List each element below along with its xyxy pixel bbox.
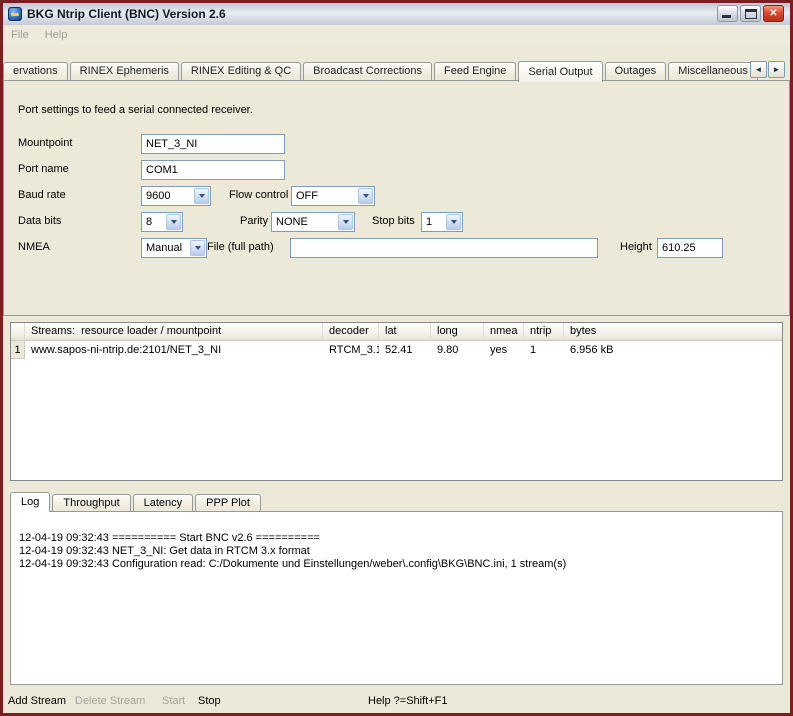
bottom-tab-bar: Log Throughput Latency PPP Plot: [10, 492, 263, 511]
flow-control-value: OFF: [296, 190, 318, 202]
help-shortcut-text: Help ?=Shift+F1: [368, 695, 448, 707]
baud-rate-value: 9600: [146, 190, 170, 202]
mountpoint-label: Mountpoint: [18, 137, 72, 149]
tab-rinex-editing-qc[interactable]: RINEX Editing & QC: [181, 62, 301, 80]
maximize-icon: [745, 9, 757, 19]
log-line: 12-04-19 09:32:43 Configuration read: C:…: [19, 558, 774, 571]
header-nmea: nmea: [484, 323, 524, 341]
tab-serial-output[interactable]: Serial Output: [518, 61, 602, 82]
height-input[interactable]: [657, 238, 723, 258]
height-label: Height: [620, 241, 652, 253]
flow-control-label: Flow control: [229, 189, 288, 201]
file-path-input[interactable]: [290, 238, 598, 258]
tab-throughput[interactable]: Throughput: [52, 494, 130, 511]
delete-stream-button[interactable]: Delete Stream: [75, 695, 145, 707]
cell-lat: 52.41: [379, 341, 431, 359]
tab-observations[interactable]: ervations: [3, 62, 68, 80]
row-number: 1: [11, 341, 25, 359]
menu-file[interactable]: File: [3, 29, 37, 41]
header-lat: lat: [379, 323, 431, 341]
chevron-down-icon: [446, 214, 461, 230]
baud-rate-label: Baud rate: [18, 189, 66, 201]
streams-table-header: Streams: resource loader / mountpoint de…: [11, 323, 782, 341]
pane-description: Port settings to feed a serial connected…: [18, 104, 253, 116]
tab-log[interactable]: Log: [10, 492, 50, 512]
tab-latency[interactable]: Latency: [133, 494, 194, 511]
flow-control-select[interactable]: OFF: [291, 186, 375, 206]
cell-bytes: 6.956 kB: [564, 341, 782, 359]
file-path-label: File (full path): [207, 241, 274, 253]
minimize-button[interactable]: [717, 5, 738, 22]
chevron-down-icon: [358, 188, 373, 204]
chevron-down-icon: [190, 240, 205, 256]
header-mountpoint: Streams: resource loader / mountpoint: [25, 323, 323, 341]
header-ntrip: ntrip: [524, 323, 564, 341]
nmea-label: NMEA: [18, 241, 50, 253]
cell-ntrip: 1: [524, 341, 564, 359]
nmea-value: Manual: [146, 242, 182, 254]
streams-table: Streams: resource loader / mountpoint de…: [10, 322, 783, 481]
header-decoder: decoder: [323, 323, 379, 341]
stop-button[interactable]: Stop: [198, 695, 221, 707]
port-name-input[interactable]: [141, 160, 285, 180]
nmea-select[interactable]: Manual: [141, 238, 207, 258]
cell-mountpoint: www.sapos-ni-ntrip.de:2101/NET_3_NI: [25, 341, 323, 359]
menu-bar: File Help: [3, 25, 790, 45]
tab-scroll-left-button[interactable]: ◄: [750, 61, 767, 78]
stop-bits-label: Stop bits: [372, 215, 415, 227]
chevron-down-icon: [166, 214, 181, 230]
mountpoint-input[interactable]: [141, 134, 285, 154]
header-long: long: [431, 323, 484, 341]
start-button[interactable]: Start: [162, 695, 185, 707]
cell-decoder: RTCM_3.1: [323, 341, 379, 359]
log-line: 12-04-19 09:32:43 ========== Start BNC v…: [19, 532, 774, 545]
table-corner: [11, 323, 25, 341]
cell-nmea: yes: [484, 341, 524, 359]
data-bits-label: Data bits: [18, 215, 61, 227]
tab-outages[interactable]: Outages: [605, 62, 667, 80]
window-title: BKG Ntrip Client (BNC) Version 2.6: [27, 7, 226, 21]
tab-miscellaneous[interactable]: Miscellaneous: [668, 62, 758, 80]
app-icon: [8, 7, 22, 21]
log-panel[interactable]: 12-04-19 09:32:43 ========== Start BNC v…: [10, 511, 783, 685]
data-bits-value: 8: [146, 216, 152, 228]
chevron-down-icon: [338, 214, 353, 230]
baud-rate-select[interactable]: 9600: [141, 186, 211, 206]
stop-bits-select[interactable]: 1: [421, 212, 463, 232]
table-row[interactable]: 1 www.sapos-ni-ntrip.de:2101/NET_3_NI RT…: [11, 341, 782, 359]
tab-rinex-ephemeris[interactable]: RINEX Ephemeris: [70, 62, 179, 80]
tab-scroll-buttons: ◄ ►: [750, 61, 785, 78]
log-line: 12-04-19 09:32:43 NET_3_NI: Get data in …: [19, 545, 774, 558]
data-bits-select[interactable]: 8: [141, 212, 183, 232]
tab-ppp-plot[interactable]: PPP Plot: [195, 494, 261, 511]
title-bar[interactable]: BKG Ntrip Client (BNC) Version 2.6 ✕: [3, 3, 790, 25]
close-icon: ✕: [769, 8, 777, 19]
parity-select[interactable]: NONE: [271, 212, 355, 232]
bnc-window: BKG Ntrip Client (BNC) Version 2.6 ✕ Fil…: [0, 0, 793, 716]
tab-feed-engine[interactable]: Feed Engine: [434, 62, 516, 80]
tab-scroll-right-button[interactable]: ►: [768, 61, 785, 78]
cell-long: 9.80: [431, 341, 484, 359]
menu-help[interactable]: Help: [37, 29, 76, 41]
tab-bar: ervations RINEX Ephemeris RINEX Editing …: [3, 59, 760, 80]
header-bytes: bytes: [564, 323, 782, 341]
parity-value: NONE: [276, 216, 308, 228]
stop-bits-value: 1: [426, 216, 432, 228]
close-button[interactable]: ✕: [763, 5, 784, 22]
minimize-icon: [722, 15, 731, 18]
tab-broadcast-corrections[interactable]: Broadcast Corrections: [303, 62, 432, 80]
port-name-label: Port name: [18, 163, 69, 175]
maximize-button[interactable]: [740, 5, 761, 22]
add-stream-button[interactable]: Add Stream: [8, 695, 66, 707]
chevron-down-icon: [194, 188, 209, 204]
parity-label: Parity: [240, 215, 268, 227]
window-controls: ✕: [717, 5, 784, 22]
